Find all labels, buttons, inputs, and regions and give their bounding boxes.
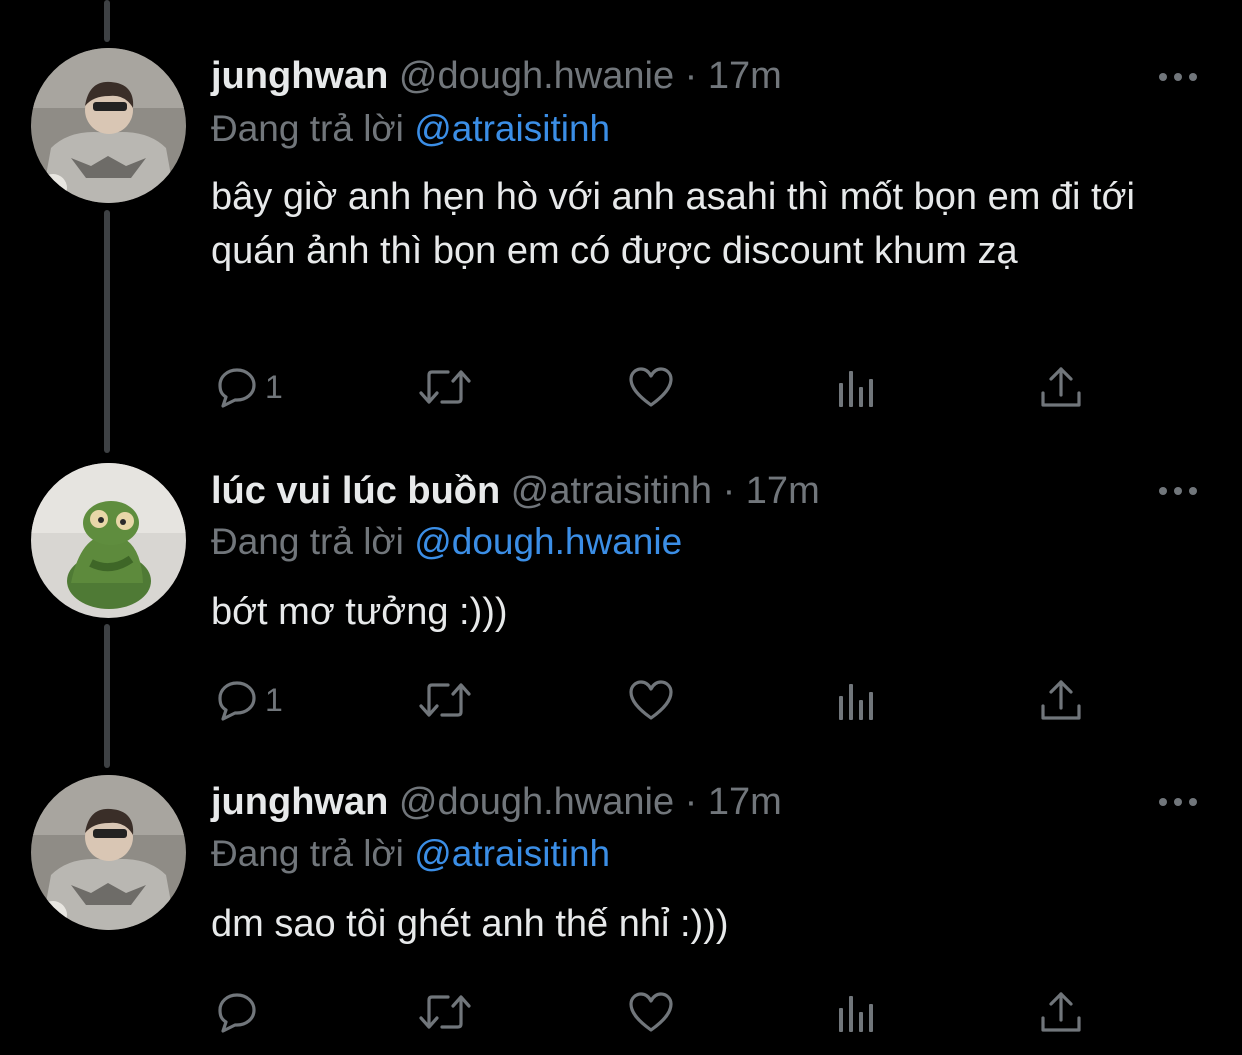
more-options-button[interactable]	[1154, 476, 1202, 506]
heart-icon	[629, 992, 673, 1032]
share-button[interactable]	[1039, 987, 1083, 1037]
timestamp[interactable]: 17m	[746, 470, 820, 512]
like-button[interactable]	[627, 675, 675, 725]
display-name[interactable]: junghwan	[211, 55, 388, 97]
action-bar: 1	[211, 675, 1111, 725]
replying-prefix: Đang trả lời	[211, 521, 404, 562]
user-handle[interactable]: @atraisitinh	[511, 470, 712, 512]
separator-dot: ·	[684, 55, 698, 97]
bar-chart-icon	[839, 996, 873, 1032]
reply-count: 1	[265, 368, 283, 405]
display-name[interactable]: lúc vui lúc buồn	[211, 470, 500, 512]
separator-dot: ·	[722, 470, 736, 512]
avatar[interactable]	[31, 775, 186, 930]
speech-bubble-icon	[218, 681, 256, 721]
retweet-button[interactable]	[417, 987, 473, 1037]
replying-prefix: Đang trả lời	[211, 833, 404, 874]
tweet-text: bây giờ anh hẹn hò với anh asahi thì mốt…	[211, 176, 1135, 272]
retweet-icon	[419, 370, 471, 404]
replying-mention-link[interactable]: @dough.hwanie	[414, 521, 682, 562]
like-button[interactable]	[627, 362, 675, 412]
user-handle[interactable]: @dough.hwanie	[399, 781, 674, 823]
views-button[interactable]	[835, 987, 879, 1037]
like-button[interactable]	[627, 987, 675, 1037]
tweet-header: junghwan @dough.hwanie · 17m	[211, 52, 782, 100]
reply-button[interactable]: 1	[215, 675, 283, 725]
speech-bubble-icon	[218, 993, 256, 1033]
replying-to: Đang trả lời @atraisitinh	[211, 830, 610, 878]
more-dots-icon	[1159, 487, 1197, 495]
replying-to: Đang trả lời @dough.hwanie	[211, 518, 682, 566]
timestamp[interactable]: 17m	[708, 55, 782, 97]
action-bar: 1	[211, 362, 1111, 412]
display-name[interactable]: junghwan	[211, 781, 388, 823]
reply-button[interactable]: 1	[215, 362, 283, 412]
bar-chart-icon	[839, 684, 873, 720]
tweet[interactable]: junghwan @dough.hwanie · 17m Đang trả lờ…	[0, 0, 1242, 440]
more-dots-icon	[1159, 73, 1197, 81]
tweet-header: junghwan @dough.hwanie · 17m	[211, 778, 782, 826]
share-icon	[1041, 992, 1081, 1032]
tweet[interactable]: lúc vui lúc buồn @atraisitinh · 17m Đang…	[0, 440, 1242, 750]
more-dots-icon	[1159, 798, 1197, 806]
avatar[interactable]	[31, 463, 186, 618]
share-icon	[1041, 367, 1081, 407]
heart-icon	[629, 680, 673, 720]
tweet-text: bớt mơ tưởng :)))	[211, 591, 508, 633]
retweet-button[interactable]	[417, 675, 473, 725]
share-button[interactable]	[1039, 675, 1083, 725]
bar-chart-icon	[839, 371, 873, 407]
reply-button[interactable]	[215, 987, 265, 1037]
speech-bubble-icon	[218, 368, 256, 408]
replying-to: Đang trả lời @atraisitinh	[211, 105, 610, 153]
views-button[interactable]	[835, 362, 879, 412]
replying-mention-link[interactable]: @atraisitinh	[414, 108, 610, 149]
heart-icon	[629, 367, 673, 407]
timestamp[interactable]: 17m	[708, 781, 782, 823]
action-bar	[211, 987, 1111, 1037]
retweet-button[interactable]	[417, 362, 473, 412]
retweet-icon	[419, 683, 471, 717]
user-handle[interactable]: @dough.hwanie	[399, 55, 674, 97]
replying-prefix: Đang trả lời	[211, 108, 404, 149]
more-options-button[interactable]	[1154, 62, 1202, 92]
reply-count: 1	[265, 681, 283, 718]
replying-mention-link[interactable]: @atraisitinh	[414, 833, 610, 874]
retweet-icon	[419, 995, 471, 1029]
share-button[interactable]	[1039, 362, 1083, 412]
share-icon	[1041, 680, 1081, 720]
tweet-text: dm sao tôi ghét anh thế nhỉ :)))	[211, 903, 729, 945]
tweet-header: lúc vui lúc buồn @atraisitinh · 17m	[211, 467, 820, 515]
views-button[interactable]	[835, 675, 879, 725]
avatar[interactable]	[31, 48, 186, 203]
more-options-button[interactable]	[1154, 787, 1202, 817]
tweet[interactable]: junghwan @dough.hwanie · 17m Đang trả lờ…	[0, 750, 1242, 1055]
separator-dot: ·	[684, 781, 698, 823]
